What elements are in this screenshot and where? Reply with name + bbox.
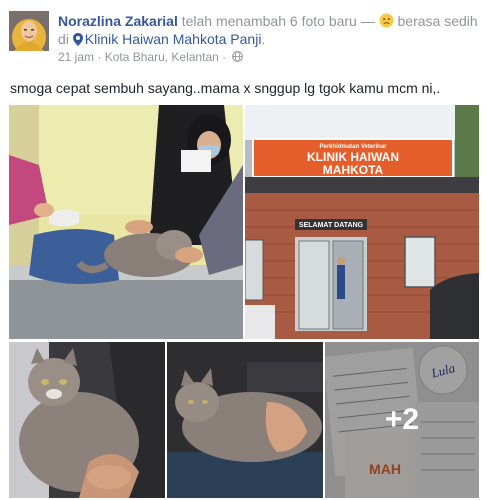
post-location[interactable]: Kota Bharu, Kelantan <box>105 50 219 64</box>
photo-documents-more[interactable]: MAH Lula +2 <box>325 342 479 498</box>
post-meta: 21 jam · Kota Bharu, Kelantan · <box>58 50 244 64</box>
photo-clinic-front[interactable]: Perkhidmatan Veterinar KLINIK HAIWAN MAH… <box>245 105 479 339</box>
meta-separator-2: · <box>218 50 230 64</box>
post-header: Norazlina Zakarial telah menambah 6 foto… <box>58 12 478 48</box>
location-pin-icon <box>72 33 83 46</box>
more-photos-count[interactable]: +2 <box>325 342 479 498</box>
photo-cat-held[interactable] <box>9 342 165 498</box>
post-message: smoga cepat sembuh sayang..mama x snggup… <box>10 80 441 96</box>
photo-cat-lap[interactable] <box>167 342 323 498</box>
header-trail: . <box>261 31 266 47</box>
clinic-sign-title-2: MAHKOTA <box>323 163 384 177</box>
avatar[interactable] <box>9 11 49 51</box>
feed-post: Norazlina Zakarial telah menambah 6 foto… <box>0 0 487 500</box>
globe-icon[interactable] <box>232 51 244 62</box>
author-name[interactable]: Norazlina Zakarial <box>58 13 178 29</box>
sad-face-icon <box>379 13 394 28</box>
photo-vet-exam[interactable] <box>9 105 243 339</box>
post-time[interactable]: 21 jam <box>58 50 94 64</box>
action-text: telah menambah 6 foto baru — <box>177 13 379 29</box>
clinic-sign-title: KLINIK HAIWAN <box>307 150 399 164</box>
door-sign: SELAMAT DATANG <box>299 222 364 229</box>
place-link[interactable]: Klinik Haiwan Mahkota Panji <box>85 31 262 47</box>
meta-separator: · <box>94 50 105 64</box>
